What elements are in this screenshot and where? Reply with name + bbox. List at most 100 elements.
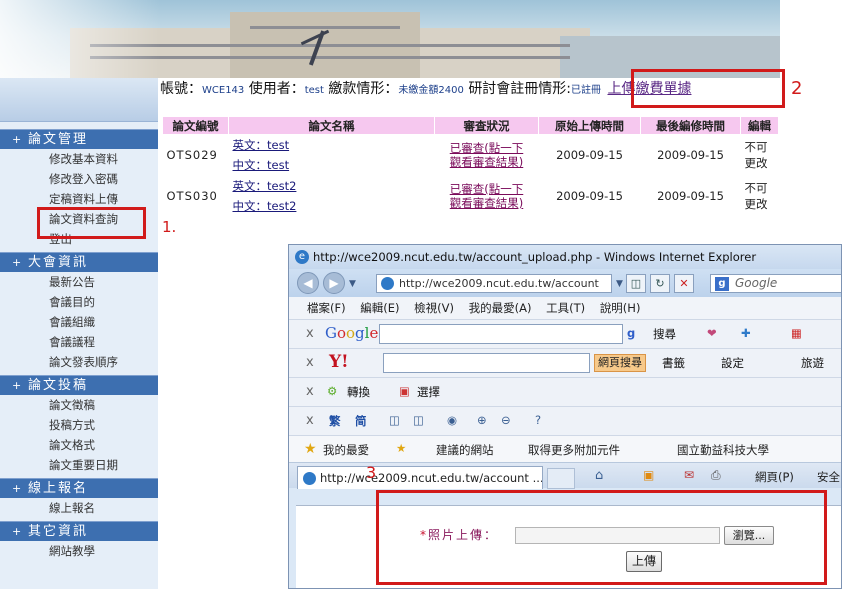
add-favorite-icon[interactable]: ★ bbox=[396, 441, 406, 455]
page-icon bbox=[381, 277, 394, 290]
table-row: OTS030 英文：test2 中文：test2 已審查(點一下 觀看審查結果)… bbox=[163, 176, 779, 217]
close-toolbar-icon[interactable]: x bbox=[306, 326, 314, 341]
print-icon[interactable]: ⎙ bbox=[711, 468, 721, 483]
sidebar-item-change-password[interactable]: 修改登入密碼 bbox=[0, 169, 158, 189]
sidebar-item-news[interactable]: 最新公告 bbox=[0, 272, 158, 292]
menu-view[interactable]: 檢視(V) bbox=[414, 301, 454, 315]
yahoo-bookmarks-button[interactable]: 書籤 bbox=[662, 355, 685, 371]
sidebar-item-edit-profile[interactable]: 修改基本資料 bbox=[0, 149, 158, 169]
sidebar-item-paper-format[interactable]: 論文格式 bbox=[0, 435, 158, 455]
section-submission[interactable]: + 論文投稿 bbox=[0, 375, 158, 395]
bookmark-icon[interactable]: ❤ bbox=[707, 326, 717, 340]
feeds-icon[interactable]: ▣ bbox=[643, 468, 654, 482]
select-icon: ▣ bbox=[399, 384, 410, 398]
banner-fade bbox=[0, 0, 160, 78]
table-row: OTS029 英文：test 中文：test 已審查(點一下 觀看審查結果) 2… bbox=[163, 135, 779, 176]
review-result-link[interactable]: 觀看審查結果) bbox=[439, 196, 535, 210]
home-icon[interactable]: ⌂ bbox=[595, 468, 603, 483]
google-search-button[interactable]: 搜尋 bbox=[653, 326, 676, 342]
doc-icon[interactable]: ◫ bbox=[413, 413, 424, 427]
menu-help[interactable]: 說明(H) bbox=[600, 301, 641, 315]
zoom-out-icon[interactable]: ⊖ bbox=[501, 413, 511, 427]
sidebar-item-agenda[interactable]: 會議議程 bbox=[0, 332, 158, 352]
payment-value: 未繳金額2400 bbox=[398, 85, 464, 96]
section-conference-info[interactable]: + 大會資訊 bbox=[0, 252, 158, 272]
annotation-box-1 bbox=[37, 207, 146, 239]
search-box[interactable]: g Google bbox=[710, 274, 841, 293]
page-menu[interactable]: 網頁(P) bbox=[755, 469, 794, 485]
annotation-number-1: 1. bbox=[162, 218, 177, 236]
paper-zh-title-link[interactable]: 中文：test2 bbox=[233, 196, 431, 216]
menu-edit[interactable]: 編輯(E) bbox=[360, 301, 399, 315]
convert-icon: ⚙ bbox=[327, 384, 338, 398]
new-tab-button[interactable] bbox=[547, 468, 575, 489]
ncut-link[interactable]: 國立勤益科技大學 bbox=[677, 442, 769, 458]
sidebar-item-presentation-order[interactable]: 論文發表順序 bbox=[0, 352, 158, 372]
close-toolbar-icon[interactable]: x bbox=[306, 413, 314, 428]
paper-en-title-link[interactable]: 英文：test bbox=[233, 135, 431, 155]
yahoo-settings-button[interactable]: 設定 bbox=[721, 355, 744, 371]
favorites-button[interactable]: 我的最愛 bbox=[323, 442, 369, 458]
sidebar-item-organization[interactable]: 會議組織 bbox=[0, 312, 158, 332]
payment-label: 繳款情形： bbox=[328, 81, 399, 97]
toolbar-settings-icon[interactable]: ▦ bbox=[791, 326, 802, 340]
menu-tools[interactable]: 工具(T) bbox=[546, 301, 585, 315]
yahoo-toolbar: x Y! 網頁搜尋 書籤 設定 旅遊 bbox=[289, 348, 841, 377]
stop-icon[interactable]: ✕ bbox=[674, 274, 694, 293]
back-button[interactable]: ◀ bbox=[297, 272, 319, 294]
close-toolbar-icon[interactable]: x bbox=[306, 355, 314, 370]
sidebar-item-submission-method[interactable]: 投稿方式 bbox=[0, 415, 158, 435]
sidebar-top bbox=[0, 78, 158, 122]
paper-id: OTS030 bbox=[166, 189, 218, 203]
review-result-link[interactable]: 已審查(點一下 bbox=[439, 182, 535, 196]
history-dropdown-icon[interactable]: ▼ bbox=[349, 279, 356, 289]
simplified-button[interactable]: 简 bbox=[355, 413, 367, 429]
sidebar-item-register[interactable]: 線上報名 bbox=[0, 498, 158, 518]
menu-favorites[interactable]: 我的最愛(A) bbox=[469, 301, 532, 315]
edit-status-cell: 不可 更改 bbox=[741, 176, 779, 217]
suggested-sites-link[interactable]: 建議的網站 bbox=[436, 442, 494, 458]
paper-zh-title-link[interactable]: 中文：test bbox=[233, 155, 431, 175]
zoom-in-icon[interactable]: ⊕ bbox=[477, 413, 487, 427]
yahoo-travel-button[interactable]: 旅遊 bbox=[801, 355, 824, 371]
addons-link[interactable]: 取得更多附加元件 bbox=[528, 442, 620, 458]
compatibility-icon[interactable]: ◫ bbox=[626, 274, 646, 293]
doc-icon[interactable]: ◫ bbox=[389, 413, 400, 427]
google-search-input[interactable] bbox=[379, 324, 623, 344]
address-bar-row: ◀ ▶ ▼ http://wce2009.ncut.edu.tw/account… bbox=[289, 269, 841, 297]
yahoo-search-input[interactable] bbox=[383, 353, 590, 373]
sidebar-item-important-dates[interactable]: 論文重要日期 bbox=[0, 455, 158, 475]
section-online-registration[interactable]: + 線上報名 bbox=[0, 478, 158, 498]
section-paper-management[interactable]: + 論文管理 bbox=[0, 129, 158, 149]
google-g-icon: g bbox=[627, 326, 636, 340]
safety-menu[interactable]: 安全 bbox=[817, 469, 840, 485]
refresh-icon[interactable]: ↻ bbox=[650, 274, 670, 293]
menu-file[interactable]: 檔案(F) bbox=[307, 301, 346, 315]
section-other-info[interactable]: + 其它資訊 bbox=[0, 521, 158, 541]
address-dropdown-icon[interactable]: ▼ bbox=[616, 279, 623, 289]
select-button[interactable]: 選擇 bbox=[417, 384, 440, 400]
tab-account-upload[interactable]: http://wce2009.ncut.edu.tw/account ... bbox=[297, 466, 543, 489]
address-input[interactable]: http://wce2009.ncut.edu.tw/account bbox=[376, 274, 612, 293]
review-result-link[interactable]: 觀看審查結果) bbox=[439, 155, 535, 169]
mail-icon[interactable]: ✉ bbox=[684, 468, 694, 482]
sidebar-item-final-upload[interactable]: 定稿資料上傳 bbox=[0, 189, 158, 209]
forward-button[interactable]: ▶ bbox=[323, 272, 345, 294]
browser-title: http://wce2009.ncut.edu.tw/account_uploa… bbox=[313, 250, 757, 264]
menu-bar: 檔案(F) 編輯(E) 檢視(V) 我的最愛(A) 工具(T) 說明(H) bbox=[289, 297, 841, 319]
lock-icon[interactable]: ◉ bbox=[447, 413, 457, 427]
convert-button[interactable]: 轉換 bbox=[347, 384, 370, 400]
yahoo-web-search-button[interactable]: 網頁搜尋 bbox=[594, 354, 646, 372]
traditional-button[interactable]: 繁 bbox=[329, 413, 341, 429]
review-status-cell: 已審查(點一下 觀看審查結果) bbox=[435, 176, 539, 217]
plus-icon[interactable]: ✚ bbox=[741, 326, 751, 340]
paper-en-title-link[interactable]: 英文：test2 bbox=[233, 176, 431, 196]
help-icon[interactable]: ? bbox=[535, 413, 541, 427]
close-toolbar-icon[interactable]: x bbox=[306, 384, 314, 399]
chinese-convert-toolbar: x 繁 简 ◫ ◫ ◉ ⊕ ⊖ ? bbox=[289, 406, 841, 435]
review-result-link[interactable]: 已審查(點一下 bbox=[439, 141, 535, 155]
sidebar-item-purpose[interactable]: 會議目的 bbox=[0, 292, 158, 312]
sidebar-item-call-for-papers[interactable]: 論文徵稿 bbox=[0, 395, 158, 415]
sidebar-item-tutorial[interactable]: 網站教學 bbox=[0, 541, 158, 561]
banner-window-row bbox=[90, 44, 570, 47]
